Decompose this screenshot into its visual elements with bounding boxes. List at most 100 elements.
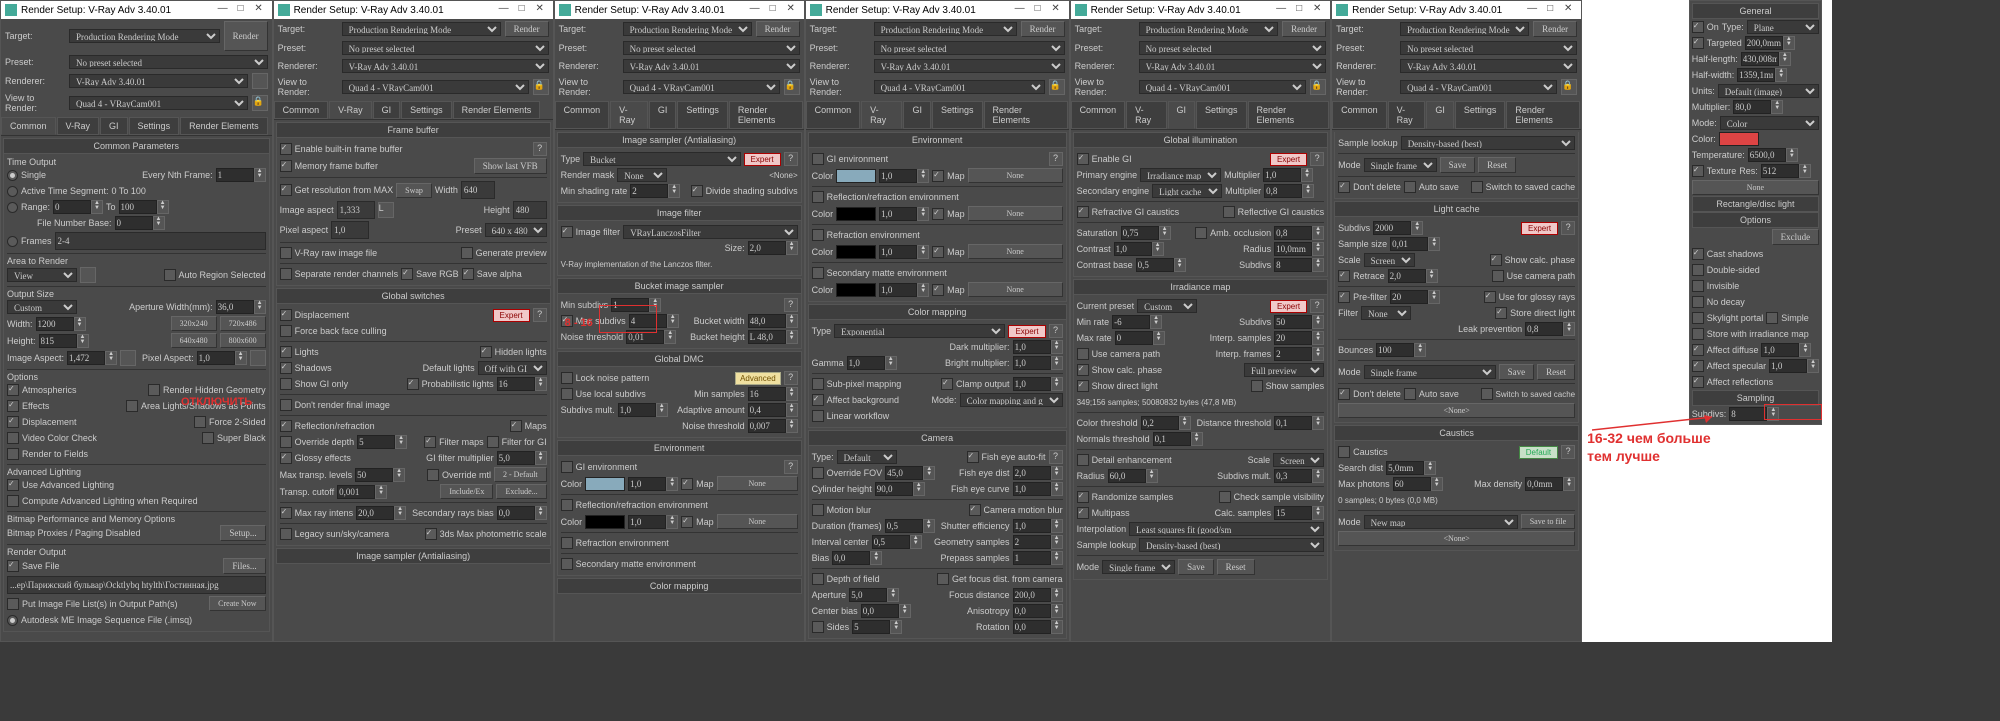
ia-lock-icon[interactable] — [120, 350, 136, 366]
subdivs-input[interactable] — [1729, 407, 1767, 421]
tab-settings[interactable]: Settings — [129, 117, 180, 135]
width-input[interactable] — [36, 317, 74, 331]
tab-settings[interactable]: Settings — [401, 101, 452, 119]
path-input[interactable] — [7, 576, 266, 594]
sb-check[interactable] — [202, 432, 214, 444]
vcc-check[interactable] — [7, 432, 19, 444]
sm-input[interactable] — [618, 403, 656, 417]
max-icon[interactable]: □ — [513, 3, 531, 17]
rhg-check[interactable] — [148, 384, 160, 396]
aa-input[interactable] — [748, 403, 786, 417]
tab-common[interactable]: Common — [274, 101, 329, 119]
ffgi-check[interactable] — [487, 436, 499, 448]
preset-800[interactable]: 800x600 — [220, 333, 266, 348]
mins-input[interactable] — [611, 298, 649, 312]
srgb-check[interactable] — [401, 268, 413, 280]
ame-radio[interactable] — [7, 615, 18, 626]
om-button[interactable]: 2 - Default — [494, 467, 547, 482]
rtf-check[interactable] — [7, 448, 19, 460]
frames-radio[interactable] — [7, 236, 18, 247]
range-from[interactable] — [53, 200, 91, 214]
tab-vray[interactable]: V-Ray — [57, 117, 100, 135]
close-icon[interactable]: ✕ — [250, 3, 268, 17]
od-input[interactable] — [357, 435, 395, 449]
advanced-button[interactable]: Advanced — [735, 372, 781, 385]
pl-input[interactable] — [497, 377, 535, 391]
vri-check[interactable] — [280, 247, 292, 259]
vtr-select[interactable]: Quad 4 - VRayCam001 — [69, 96, 248, 110]
sgo-check[interactable] — [280, 378, 292, 390]
om-check[interactable] — [427, 469, 439, 481]
fb-header[interactable]: Frame buffer — [276, 122, 551, 138]
atm-check[interactable] — [7, 384, 19, 396]
uls-check[interactable] — [561, 388, 573, 400]
min-icon[interactable]: — — [495, 3, 513, 17]
renderer-select[interactable]: V-Ray Adv 3.40.01 — [342, 59, 549, 73]
fb-preset[interactable]: 640 x 480 — [485, 223, 547, 237]
pif-check[interactable] — [7, 598, 19, 610]
gie-check[interactable] — [561, 461, 573, 473]
render-button[interactable]: Render — [224, 21, 268, 51]
grm-check[interactable] — [280, 184, 292, 196]
rm-select[interactable]: None — [617, 168, 667, 182]
dis-check[interactable] — [280, 309, 292, 321]
lss-check[interactable] — [280, 528, 292, 540]
atr-select[interactable]: View — [7, 268, 77, 282]
renderer-lock-icon[interactable] — [252, 73, 268, 89]
tab-re[interactable]: Render Elements — [453, 101, 541, 119]
nthr-input[interactable] — [748, 419, 786, 433]
renderer-select[interactable]: V-Ray Adv 3.40.01 — [69, 74, 248, 88]
isa-header[interactable]: Image sampler (Antialiasing) — [557, 132, 802, 148]
preset-select[interactable]: No preset selected — [342, 41, 549, 55]
calr-check[interactable] — [7, 495, 19, 507]
tab-re[interactable]: Render Elements — [180, 117, 268, 135]
tab-gi[interactable]: GI — [100, 117, 128, 135]
isa-header[interactable]: Image sampler (Antialiasing) — [276, 548, 551, 564]
drfi-check[interactable] — [280, 399, 292, 411]
bh-input[interactable] — [748, 330, 786, 344]
sf-check[interactable] — [7, 560, 19, 572]
lock2-icon[interactable]: L — [378, 202, 394, 218]
hl-check[interactable] — [480, 346, 492, 358]
bis-header[interactable]: Bucket image sampler — [557, 278, 802, 294]
frames-input[interactable] — [55, 232, 266, 250]
if-check[interactable] — [561, 226, 573, 238]
pa-input[interactable] — [197, 351, 235, 365]
help-icon[interactable]: ? — [533, 142, 547, 156]
gfm-input[interactable] — [497, 451, 535, 465]
pam-input[interactable] — [331, 221, 369, 239]
height-input[interactable] — [39, 334, 77, 348]
single-radio[interactable] — [7, 170, 18, 181]
3ds-check[interactable] — [425, 528, 437, 540]
tab-gi[interactable]: GI — [373, 101, 401, 119]
vtr-select[interactable]: Quad 4 - VRayCam001 — [342, 80, 529, 94]
sa-check[interactable] — [462, 268, 474, 280]
target-select[interactable]: Production Rendering Mode — [342, 22, 501, 36]
ual-check[interactable] — [7, 479, 19, 491]
disp-check[interactable] — [7, 416, 19, 428]
lock-icon[interactable]: 🔒 — [533, 79, 549, 95]
ge-check[interactable] — [280, 452, 292, 464]
help-icon[interactable]: ? — [533, 308, 547, 322]
range-to[interactable] — [119, 200, 157, 214]
tc-input[interactable] — [337, 485, 375, 499]
gs-header[interactable]: Global switches — [276, 288, 551, 304]
mfb-check[interactable] — [280, 160, 292, 172]
common-params-header[interactable]: Common Parameters — [3, 138, 270, 154]
maps-check[interactable] — [510, 420, 522, 432]
fb-width[interactable] — [461, 181, 495, 199]
mri-input[interactable] — [356, 506, 394, 520]
slv-button[interactable]: Show last VFB — [474, 158, 547, 174]
vtr-lock-icon[interactable]: 🔒 — [252, 95, 268, 111]
size-input[interactable] — [748, 241, 786, 255]
ia-input[interactable] — [67, 351, 105, 365]
fbfc-check[interactable] — [280, 325, 292, 337]
fb-height[interactable] — [513, 201, 547, 219]
os-select[interactable]: Custom — [7, 300, 77, 314]
pl-check[interactable] — [407, 378, 419, 390]
type-select[interactable]: Bucket — [583, 152, 740, 166]
if-select[interactable]: VRayLanczosFilter — [623, 225, 797, 239]
msr-input[interactable] — [630, 184, 668, 198]
createnow-button[interactable]: Create Now — [209, 596, 265, 611]
lnp-check[interactable] — [561, 372, 573, 384]
